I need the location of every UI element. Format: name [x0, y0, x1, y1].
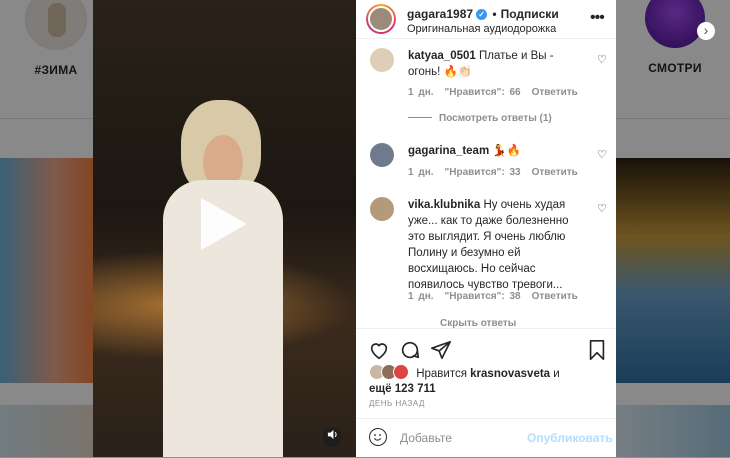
liked-by-prefix: Нравится: [416, 368, 467, 380]
avatar[interactable]: [370, 143, 394, 167]
add-comment-bar: Добавьте Опубликовать: [356, 418, 616, 458]
comment-meta: 1 дн. "Нравится": 38 Ответить: [408, 291, 589, 302]
play-button[interactable]: [188, 193, 258, 255]
post-time[interactable]: ДЕНЬ НАЗАД: [369, 399, 425, 408]
liked-by-and: и: [553, 368, 560, 380]
heart-icon[interactable]: ♡: [597, 53, 607, 66]
liked-by: Нравится krasnovasveta и ещё 123 711: [369, 364, 609, 397]
avatar[interactable]: [366, 4, 396, 34]
comments-list[interactable]: katyaa_0501 Платье и Вы - огонь! 🔥👏🏻 ♡ 1…: [356, 39, 616, 328]
follow-button[interactable]: Подписки: [501, 7, 559, 21]
heart-icon[interactable]: ♡: [597, 202, 607, 215]
comment-username[interactable]: gagarina_team: [408, 145, 489, 157]
heart-icon[interactable]: [368, 339, 390, 361]
chevron-right-icon[interactable]: ›: [697, 22, 715, 40]
post-username-row: gagara1987 ✓ • Подписки: [407, 7, 559, 21]
heart-icon[interactable]: ♡: [597, 148, 607, 161]
play-icon: [201, 198, 247, 250]
post-actions: Нравится krasnovasveta и ещё 123 711 ДЕН…: [356, 328, 616, 419]
comment-likes[interactable]: "Нравится": 66: [445, 87, 521, 98]
speaker-icon[interactable]: [322, 427, 342, 447]
comment-text: gagarina_team 💃🔥: [408, 143, 586, 159]
audio-link[interactable]: Оригинальная аудиодорожка: [407, 23, 556, 35]
comment-likes[interactable]: "Нравится": 33: [445, 167, 521, 178]
comment-text: katyaa_0501 Платье и Вы - огонь! 🔥👏🏻: [408, 48, 586, 80]
comment-icon[interactable]: [399, 339, 421, 361]
comment-text: vika.klubnika Ну очень худая уже... как …: [408, 197, 588, 293]
post-video[interactable]: [93, 0, 356, 457]
avatar[interactable]: [370, 48, 394, 72]
comment-username[interactable]: katyaa_0501: [408, 50, 476, 62]
liked-by-user[interactable]: krasnovasveta: [470, 368, 550, 380]
username-link[interactable]: gagara1987: [407, 7, 473, 21]
view-replies-button[interactable]: Посмотреть ответы (1): [408, 113, 552, 124]
view-replies-label: Посмотреть ответы (1): [439, 113, 552, 124]
hide-replies-button[interactable]: Скрыть ответы: [440, 318, 516, 328]
avatar[interactable]: [370, 197, 394, 221]
avatar: [393, 364, 409, 380]
post-panel: gagara1987 ✓ • Подписки Оригинальная аудио…: [356, 0, 616, 457]
comment-body: 💃🔥: [492, 145, 522, 157]
comment-age: 1 дн.: [408, 291, 434, 302]
bookmark-icon[interactable]: [586, 339, 608, 361]
comment-meta: 1 дн. "Нравится": 33 Ответить: [408, 167, 589, 178]
comment-age: 1 дн.: [408, 167, 434, 178]
reply-button[interactable]: Ответить: [532, 87, 578, 98]
comment-username[interactable]: vika.klubnika: [408, 199, 480, 211]
comment-likes[interactable]: "Нравится": 38: [445, 291, 521, 302]
publish-button[interactable]: Опубликовать: [527, 431, 613, 445]
post-header: gagara1987 ✓ • Подписки Оригинальная аудио…: [356, 0, 616, 39]
smiley-icon[interactable]: [369, 428, 387, 446]
comment-input[interactable]: Добавьте: [400, 431, 452, 445]
more-horizontal-icon[interactable]: •••: [590, 9, 605, 27]
verified-badge-icon: ✓: [476, 9, 488, 20]
reply-button[interactable]: Ответить: [532, 167, 578, 178]
comment-meta: 1 дн. "Нравится": 66 Ответить: [408, 87, 589, 98]
comment-body: Ну очень худая уже... как то даже болезн…: [408, 199, 569, 291]
likes-count[interactable]: ещё 123 711: [369, 383, 436, 395]
separator: •: [492, 7, 497, 21]
share-icon[interactable]: [430, 339, 452, 361]
comment-age: 1 дн.: [408, 87, 434, 98]
reply-button[interactable]: Ответить: [532, 291, 578, 302]
